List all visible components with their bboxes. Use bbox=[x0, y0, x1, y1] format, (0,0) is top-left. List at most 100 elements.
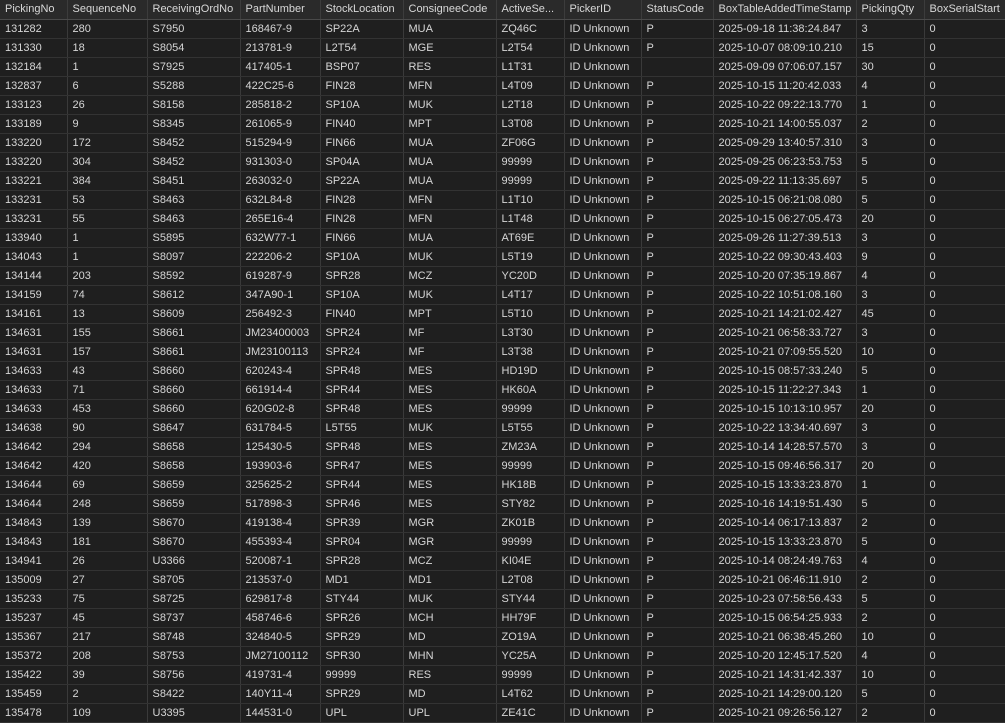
table-cell[interactable]: 99999 bbox=[496, 171, 565, 191]
table-cell[interactable]: ZQ46C bbox=[496, 19, 565, 39]
table-cell[interactable]: 2025-10-21 14:21:02.427 bbox=[713, 304, 857, 324]
table-cell[interactable]: ID Unknown bbox=[564, 190, 642, 210]
table-row[interactable]: 132184 1 S7925 417405-1 BSP07 RES L1T31 ID Unkn… bbox=[0, 57, 1005, 77]
table-cell[interactable]: 2 bbox=[856, 114, 925, 134]
table-cell[interactable]: ZE41C bbox=[496, 703, 565, 723]
table-cell[interactable]: 109 bbox=[67, 703, 148, 723]
table-cell[interactable]: 168467-9 bbox=[240, 19, 321, 39]
table-cell[interactable]: MES bbox=[403, 494, 497, 514]
table-cell[interactable]: 0 bbox=[924, 418, 1005, 438]
table-cell[interactable]: U3366 bbox=[147, 551, 241, 571]
table-cell[interactable]: S8660 bbox=[147, 380, 241, 400]
table-cell[interactable]: L1T48 bbox=[496, 209, 565, 229]
table-cell[interactable]: 2025-10-15 11:20:42.033 bbox=[713, 76, 857, 96]
table-cell[interactable]: ID Unknown bbox=[564, 627, 642, 647]
table-cell[interactable]: 155 bbox=[67, 323, 148, 343]
table-row[interactable]: 134941 26 U3366 520087-1 SPR28 MCZ KI04E ID Unk… bbox=[0, 551, 1005, 571]
table-cell[interactable]: MF bbox=[403, 342, 497, 362]
table-cell[interactable]: 2025-10-14 14:28:57.570 bbox=[713, 437, 857, 457]
table-row[interactable]: 134043 1 S8097 222206-2 SP10A MUK L5T19 ID Unkn… bbox=[0, 247, 1005, 267]
table-cell[interactable]: 2025-10-21 14:00:55.037 bbox=[713, 114, 857, 134]
table-row[interactable]: 133123 26 S8158 285818-2 SP10A MUK L2T18 ID Unk… bbox=[0, 95, 1005, 115]
table-cell[interactable]: 139 bbox=[67, 513, 148, 533]
table-cell[interactable]: 2025-10-15 06:21:08.080 bbox=[713, 190, 857, 210]
table-cell[interactable]: P bbox=[641, 475, 714, 495]
table-cell[interactable]: 6 bbox=[67, 76, 148, 96]
table-cell[interactable]: SPR44 bbox=[320, 380, 404, 400]
table-cell[interactable]: 0 bbox=[924, 323, 1005, 343]
table-cell[interactable]: S8609 bbox=[147, 304, 241, 324]
table-cell[interactable]: P bbox=[641, 646, 714, 666]
table-cell[interactable]: ID Unknown bbox=[564, 418, 642, 438]
table-cell[interactable]: MUA bbox=[403, 228, 497, 248]
table-cell[interactable]: 453 bbox=[67, 399, 148, 419]
table-cell[interactable]: SPR39 bbox=[320, 513, 404, 533]
table-cell[interactable]: P bbox=[641, 703, 714, 723]
table-cell[interactable]: 2025-10-15 13:33:23.870 bbox=[713, 475, 857, 495]
table-cell[interactable]: 248 bbox=[67, 494, 148, 514]
table-cell[interactable]: SPR44 bbox=[320, 475, 404, 495]
table-cell[interactable]: 4 bbox=[856, 551, 925, 571]
table-cell[interactable]: MUK bbox=[403, 95, 497, 115]
table-cell[interactable]: 2025-10-14 08:24:49.763 bbox=[713, 551, 857, 571]
table-cell[interactable]: P bbox=[641, 247, 714, 267]
table-cell[interactable]: P bbox=[641, 171, 714, 191]
table-cell[interactable]: 75 bbox=[67, 589, 148, 609]
table-cell[interactable]: 134642 bbox=[0, 437, 68, 457]
table-cell[interactable]: L5T55 bbox=[320, 418, 404, 438]
table-cell[interactable]: 135459 bbox=[0, 684, 68, 704]
table-cell[interactable]: 0 bbox=[924, 76, 1005, 96]
table-cell[interactable]: 2025-10-07 08:09:10.210 bbox=[713, 38, 857, 58]
table-cell[interactable]: 1 bbox=[67, 57, 148, 77]
table-cell[interactable]: MES bbox=[403, 475, 497, 495]
table-cell[interactable]: 9 bbox=[67, 114, 148, 134]
table-cell[interactable]: P bbox=[641, 95, 714, 115]
table-row[interactable]: 134144 203 S8592 619287-9 SPR28 MCZ YC20D ID Un… bbox=[0, 266, 1005, 286]
table-cell[interactable]: MUK bbox=[403, 285, 497, 305]
table-row[interactable]: 133220 304 S8452 931303-0 SP04A MUA 99999 ID Un… bbox=[0, 152, 1005, 172]
table-cell[interactable]: MPT bbox=[403, 114, 497, 134]
table-cell[interactable]: 5 bbox=[856, 532, 925, 552]
table-cell[interactable]: 134941 bbox=[0, 551, 68, 571]
table-cell[interactable]: 0 bbox=[924, 209, 1005, 229]
table-cell[interactable]: P bbox=[641, 323, 714, 343]
table-cell[interactable]: 134161 bbox=[0, 304, 68, 324]
table-cell[interactable]: 304 bbox=[67, 152, 148, 172]
table-cell[interactable]: 193903-6 bbox=[240, 456, 321, 476]
table-cell[interactable]: 2025-10-21 06:38:45.260 bbox=[713, 627, 857, 647]
column-header[interactable]: PickingQty bbox=[856, 0, 925, 20]
table-cell[interactable]: ID Unknown bbox=[564, 513, 642, 533]
table-cell[interactable]: 931303-0 bbox=[240, 152, 321, 172]
table-cell[interactable]: MD bbox=[403, 627, 497, 647]
table-cell[interactable]: JM23100113 bbox=[240, 342, 321, 362]
table-cell[interactable]: 2025-09-09 07:06:07.157 bbox=[713, 57, 857, 77]
table-cell[interactable]: P bbox=[641, 285, 714, 305]
table-cell[interactable]: 18 bbox=[67, 38, 148, 58]
table-cell[interactable]: 629817-8 bbox=[240, 589, 321, 609]
table-cell[interactable]: L4T62 bbox=[496, 684, 565, 704]
table-cell[interactable]: P bbox=[641, 190, 714, 210]
table-cell[interactable]: S8345 bbox=[147, 114, 241, 134]
table-cell[interactable]: 99999 bbox=[320, 665, 404, 685]
table-cell[interactable]: 0 bbox=[924, 228, 1005, 248]
table-cell[interactable]: P bbox=[641, 342, 714, 362]
table-row[interactable]: 134644 69 S8659 325625-2 SPR44 MES HK18B ID Unk… bbox=[0, 475, 1005, 495]
table-cell[interactable]: 134633 bbox=[0, 361, 68, 381]
table-cell[interactable]: S8463 bbox=[147, 190, 241, 210]
table-row[interactable]: 132837 6 S5288 422C25-6 FIN28 MFN L4T09 ID Unkn… bbox=[0, 76, 1005, 96]
table-cell[interactable]: P bbox=[641, 361, 714, 381]
table-cell[interactable]: 45 bbox=[67, 608, 148, 628]
table-cell[interactable]: P bbox=[641, 76, 714, 96]
table-cell[interactable]: ID Unknown bbox=[564, 266, 642, 286]
table-cell[interactable]: P bbox=[641, 266, 714, 286]
table-row[interactable]: 134843 139 S8670 419138-4 SPR39 MGR ZK01B ID Un… bbox=[0, 513, 1005, 533]
table-cell[interactable]: 5 bbox=[856, 190, 925, 210]
table-cell[interactable]: L4T09 bbox=[496, 76, 565, 96]
table-cell[interactable]: 134644 bbox=[0, 494, 68, 514]
table-cell[interactable]: 2025-10-22 13:34:40.697 bbox=[713, 418, 857, 438]
table-cell[interactable]: 2025-09-29 13:40:57.310 bbox=[713, 133, 857, 153]
column-header[interactable]: SequenceNo bbox=[67, 0, 148, 20]
table-cell[interactable]: 0 bbox=[924, 133, 1005, 153]
table-cell[interactable]: ID Unknown bbox=[564, 19, 642, 39]
table-cell[interactable]: MCZ bbox=[403, 266, 497, 286]
